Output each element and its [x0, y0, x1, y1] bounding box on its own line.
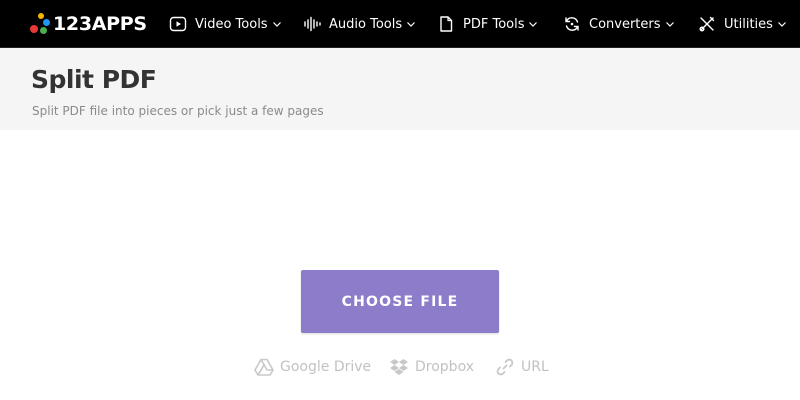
- source-label: URL: [521, 359, 549, 375]
- page-subtitle: Split PDF file into pieces or pick just …: [32, 104, 324, 118]
- google-drive-button[interactable]: Google Drive: [254, 356, 371, 378]
- tools-icon: [698, 15, 716, 33]
- nav-label: Converters: [589, 16, 661, 32]
- url-button[interactable]: URL: [495, 356, 549, 378]
- dropbox-button[interactable]: Dropbox: [389, 356, 474, 378]
- link-icon: [495, 357, 515, 377]
- chevron-down-icon: [665, 19, 675, 29]
- document-icon: [437, 15, 455, 33]
- chevron-down-icon: [777, 19, 787, 29]
- nav-audio-tools[interactable]: Audio Tools: [303, 0, 416, 48]
- nav-label: Video Tools: [195, 16, 268, 32]
- nav-label: Audio Tools: [329, 16, 403, 32]
- page-title: Split PDF: [31, 65, 157, 94]
- chevron-down-icon: [406, 19, 416, 29]
- logo-dots-icon: [29, 13, 51, 35]
- upload-sources: Google Drive Dropbox URL: [0, 356, 800, 378]
- nav-video-tools[interactable]: Video Tools: [169, 0, 282, 48]
- waveform-icon: [303, 15, 321, 33]
- nav-label: Utilities: [724, 16, 773, 32]
- nav-pdf-tools[interactable]: PDF Tools: [437, 0, 538, 48]
- refresh-icon: [563, 15, 581, 33]
- google-drive-icon: [254, 357, 274, 377]
- source-label: Dropbox: [415, 359, 474, 375]
- brand-logo[interactable]: 123APPS: [29, 12, 147, 36]
- play-circle-icon: [169, 15, 187, 33]
- brand-name: 123APPS: [53, 13, 147, 35]
- chevron-down-icon: [528, 19, 538, 29]
- dropbox-icon: [389, 357, 409, 377]
- chevron-down-icon: [272, 19, 282, 29]
- nav-converters[interactable]: Converters: [563, 0, 675, 48]
- source-label: Google Drive: [280, 359, 372, 375]
- choose-file-button[interactable]: CHOOSE FILE: [301, 270, 499, 333]
- top-navbar: 123APPS Video Tools Audio Tools PDF Tool…: [0, 0, 800, 48]
- nav-utilities[interactable]: Utilities: [698, 0, 787, 48]
- nav-label: PDF Tools: [463, 16, 525, 32]
